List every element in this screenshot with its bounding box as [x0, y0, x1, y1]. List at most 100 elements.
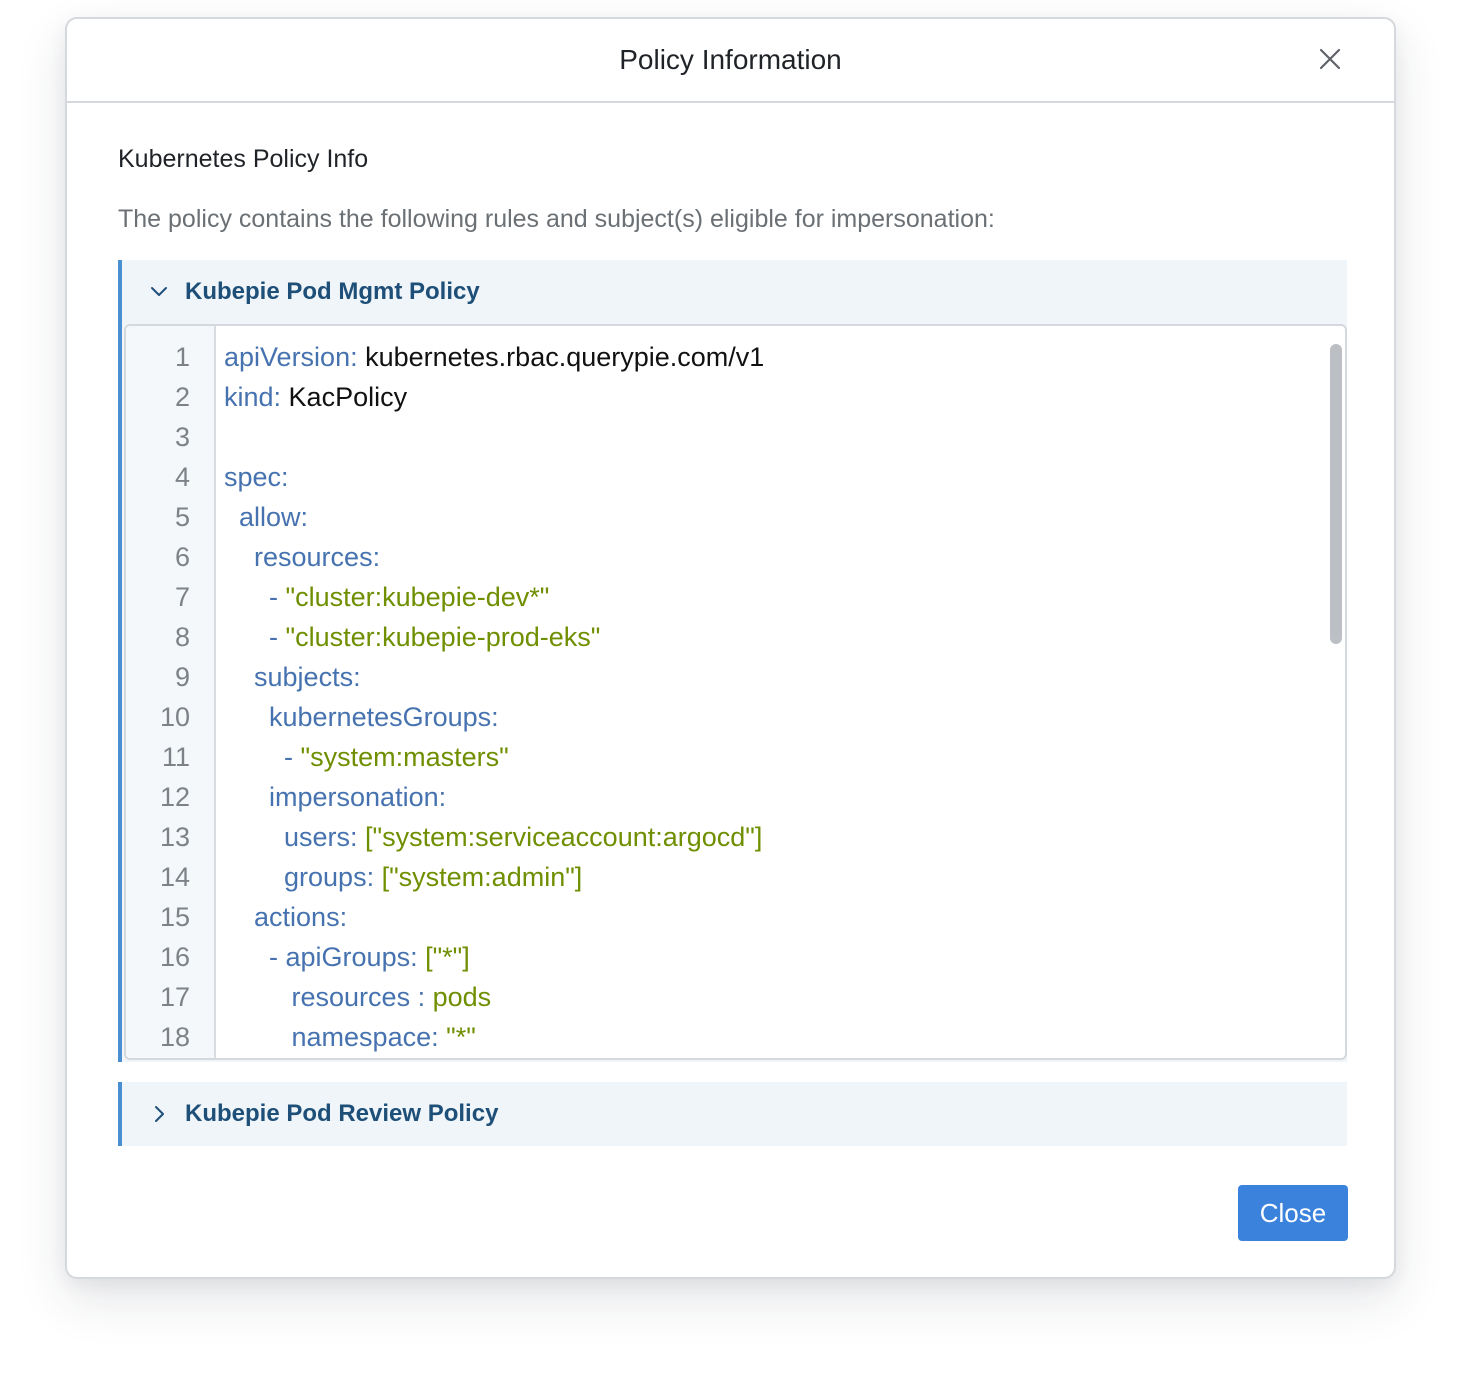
yaml-key: apiVersion:: [224, 342, 358, 372]
code-line: 9 subjects:: [126, 658, 1345, 698]
line-number: 18: [159, 1022, 190, 1052]
yaml-key: spec:: [224, 462, 289, 492]
code-line: 15 actions:: [126, 898, 1345, 938]
line-number: 10: [159, 702, 190, 732]
yaml-key: - apiGroups:: [269, 942, 426, 972]
code-text: - "cluster:kubepie-prod-eks": [224, 618, 600, 656]
yaml-value: "cluster:kubepie-prod-eks": [285, 622, 601, 652]
line-number: 9: [174, 662, 190, 692]
accordion-kubepie-pod-review-policy: Kubepie Pod Review Policy: [118, 1082, 1347, 1146]
close-x-icon[interactable]: [1318, 47, 1342, 71]
yaml-key: subjects:: [254, 662, 361, 692]
modal-header: Policy Information: [67, 19, 1394, 103]
yaml-value: "system:masters": [300, 742, 509, 772]
line-number: 5: [174, 502, 190, 532]
line-number: 1: [174, 342, 190, 372]
code-line: 13 users: ["system:serviceaccount:argocd…: [126, 818, 1345, 858]
code-line: 6 resources:: [126, 538, 1345, 578]
yaml-value: ["system:serviceaccount:argocd"]: [365, 822, 763, 852]
section-description: The policy contains the following rules …: [118, 205, 995, 233]
code-text: - apiGroups: ["*"]: [224, 938, 470, 976]
yaml-key: resources :: [291, 982, 433, 1012]
code-text: - "system:masters": [224, 738, 509, 776]
code-line: 17 resources : pods: [126, 978, 1345, 1018]
code-text: actions:: [224, 898, 347, 936]
line-number: 2: [174, 382, 190, 412]
chevron-right-icon: [155, 1106, 164, 1122]
yaml-key: -: [284, 742, 301, 772]
yaml-value: "*": [446, 1022, 476, 1052]
accordion-title: Kubepie Pod Review Policy: [185, 1100, 499, 1127]
code-text: allow:: [224, 498, 308, 536]
yaml-value: KacPolicy: [281, 382, 408, 412]
code-text: kind: KacPolicy: [224, 378, 407, 416]
code-line: 2 kind: KacPolicy: [126, 378, 1345, 418]
code-line: 11 - "system:masters": [126, 738, 1345, 778]
yaml-key: allow:: [239, 502, 309, 532]
code-text: resources : pods: [224, 978, 492, 1016]
line-number: 13: [159, 822, 190, 852]
code-line: 5 allow:: [126, 498, 1345, 538]
accordion-header-review[interactable]: Kubepie Pod Review Policy: [122, 1082, 1347, 1146]
yaml-key: groups:: [284, 862, 382, 892]
accordion-title: Kubepie Pod Mgmt Policy: [185, 278, 480, 305]
line-number: 16: [159, 942, 190, 972]
code-line: 14 groups: ["system:admin"]: [126, 858, 1345, 898]
code-line: 4 spec:: [126, 458, 1345, 498]
line-number: 7: [174, 582, 190, 612]
code-text: apiVersion: kubernetes.rbac.querypie.com…: [224, 338, 764, 376]
yaml-key: users:: [284, 822, 366, 852]
yaml-key: kubernetesGroups:: [269, 702, 499, 732]
code-text: users: ["system:serviceaccount:argocd"]: [224, 818, 762, 856]
line-number: 6: [174, 542, 190, 572]
yaml-key: -: [269, 622, 286, 652]
line-number: 11: [161, 742, 190, 772]
line-number: 3: [174, 422, 190, 452]
policy-information-modal: Policy Information Kubernetes Policy Inf…: [65, 17, 1396, 1279]
modal-title: Policy Information: [619, 44, 842, 75]
yaml-value: ["system:admin"]: [381, 862, 583, 892]
section-title: Kubernetes Policy Info: [118, 145, 369, 173]
code-text: subjects:: [224, 658, 361, 696]
yaml-value: ["*"]: [425, 942, 470, 972]
close-button[interactable]: Close: [1238, 1185, 1348, 1241]
line-number: 4: [174, 462, 190, 492]
code-line: 12 impersonation:: [126, 778, 1345, 818]
code-line: 8 - "cluster:kubepie-prod-eks": [126, 618, 1345, 658]
code-lines: 1 apiVersion: kubernetes.rbac.querypie.co…: [126, 338, 1345, 1058]
yaml-value: pods: [432, 982, 492, 1012]
code-line: 7 - "cluster:kubepie-dev*": [126, 578, 1345, 618]
code-line: 16 - apiGroups: ["*"]: [126, 938, 1345, 978]
accordion-header-mgmt[interactable]: Kubepie Pod Mgmt Policy: [122, 260, 1347, 324]
yaml-code-editor[interactable]: 1 apiVersion: kubernetes.rbac.querypie.co…: [124, 324, 1347, 1060]
yaml-key: kind:: [224, 382, 282, 412]
code-text: - "cluster:kubepie-dev*": [224, 578, 549, 616]
code-text: spec:: [224, 458, 289, 496]
line-number: 12: [159, 782, 190, 812]
code-line: 10 kubernetesGroups:: [126, 698, 1345, 738]
accordion-kubepie-pod-mgmt-policy: Kubepie Pod Mgmt Policy 1 apiVersion: kub…: [118, 260, 1347, 1062]
code-text: resources:: [224, 538, 380, 576]
yaml-key: namespace:: [291, 1022, 447, 1052]
yaml-key: -: [269, 582, 286, 612]
yaml-value: "cluster:kubepie-dev*": [285, 582, 550, 612]
code-text: groups: ["system:admin"]: [224, 858, 582, 896]
code-text: kubernetesGroups:: [224, 698, 499, 736]
code-text: impersonation:: [224, 778, 446, 816]
yaml-key: resources:: [254, 542, 381, 572]
yaml-key: impersonation:: [269, 782, 447, 812]
editor-scrollbar[interactable]: [1330, 344, 1342, 644]
